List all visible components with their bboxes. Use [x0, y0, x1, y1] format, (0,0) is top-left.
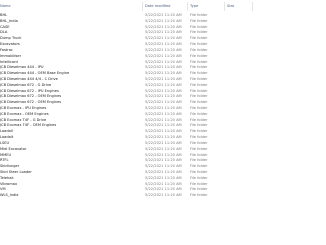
- column-header-type[interactable]: Type: [190, 4, 198, 8]
- column-header-size[interactable]: Size: [227, 4, 234, 8]
- column-header-date-modified[interactable]: Date modified: [145, 4, 170, 8]
- column-header-row: Name Date modified Type Size: [0, 0, 326, 13]
- file-name: WLS_India: [0, 193, 19, 198]
- file-list: BHL 5/22/2021 11:20 AM File folder BHL_Indi…: [0, 13, 326, 199]
- column-divider[interactable]: [142, 2, 143, 11]
- column-divider[interactable]: [224, 2, 225, 11]
- column-divider[interactable]: [252, 2, 253, 11]
- column-header-name[interactable]: Name: [0, 4, 11, 8]
- file-date-modified: 5/22/2021 11:20 AM: [145, 193, 182, 198]
- file-type: File folder: [190, 193, 208, 198]
- file-row[interactable]: WLS_India 5/22/2021 11:20 AM File folder: [0, 193, 326, 199]
- column-divider[interactable]: [187, 2, 188, 11]
